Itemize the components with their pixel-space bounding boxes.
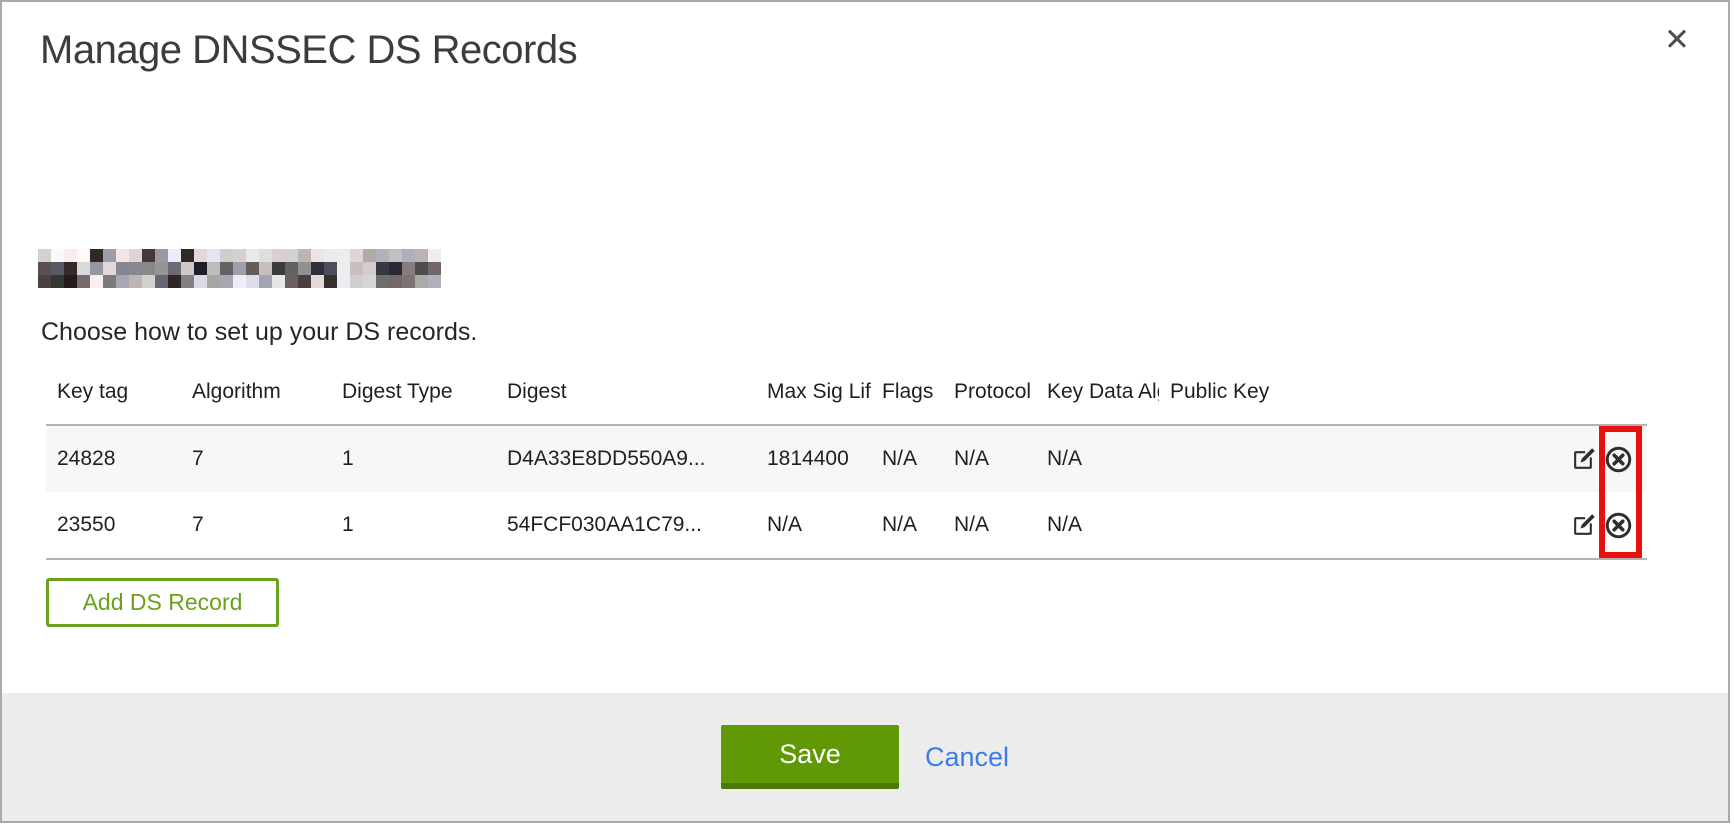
table-header-row: Key tag Algorithm Digest Type Digest Max… (46, 376, 1647, 425)
cell-algorithm: 7 (181, 425, 331, 492)
cell-public-key (1159, 492, 1567, 559)
cell-algorithm: 7 (181, 492, 331, 559)
page-title: Manage DNSSEC DS Records (40, 28, 577, 73)
cancel-link[interactable]: Cancel (925, 742, 1009, 773)
col-header-algorithm: Algorithm (181, 376, 331, 425)
col-header-digest: Digest (496, 376, 756, 425)
cell-max-sig-life: 1814400 (756, 425, 871, 492)
edit-record-icon[interactable] (1571, 513, 1596, 538)
col-header-digest-type: Digest Type (331, 376, 496, 425)
cell-max-sig-life: N/A (756, 492, 871, 559)
ds-records-table: Key tag Algorithm Digest Type Digest Max… (46, 376, 1647, 560)
col-header-flags: Flags (871, 376, 943, 425)
cell-key-tag: 23550 (46, 492, 181, 559)
delete-record-icon[interactable] (1605, 446, 1632, 473)
close-icon[interactable]: ✕ (1664, 24, 1690, 55)
cell-protocol: N/A (943, 492, 1036, 559)
col-header-max-sig-life: Max Sig Life (756, 376, 871, 425)
table-row: 24828 7 1 D4A33E8DD550A9... 1814400 N/A … (46, 425, 1647, 492)
table-row: 23550 7 1 54FCF030AA1C79... N/A N/A N/A … (46, 492, 1647, 559)
cell-flags: N/A (871, 425, 943, 492)
instruction-text: Choose how to set up your DS records. (41, 318, 477, 347)
col-header-protocol: Protocol (943, 376, 1036, 425)
dialog-footer: Save Cancel (2, 693, 1728, 821)
col-header-public-key: Public Key (1159, 376, 1567, 425)
col-header-key-tag: Key tag (46, 376, 181, 425)
cell-key-tag: 24828 (46, 425, 181, 492)
cell-digest-type: 1 (331, 492, 496, 559)
row-actions (1567, 492, 1647, 558)
redacted-domain-name (38, 249, 441, 288)
add-ds-record-button[interactable]: Add DS Record (46, 578, 279, 627)
save-button[interactable]: Save (721, 725, 899, 789)
col-header-actions (1567, 376, 1647, 425)
col-header-key-data-alg: Key Data Alg (1036, 376, 1159, 425)
cell-flags: N/A (871, 492, 943, 559)
cell-digest-type: 1 (331, 425, 496, 492)
cell-protocol: N/A (943, 425, 1036, 492)
cell-key-data-alg: N/A (1036, 492, 1159, 559)
cell-digest: 54FCF030AA1C79... (496, 492, 756, 559)
cell-digest: D4A33E8DD550A9... (496, 425, 756, 492)
edit-record-icon[interactable] (1571, 447, 1596, 472)
cell-key-data-alg: N/A (1036, 425, 1159, 492)
row-actions (1567, 426, 1647, 492)
delete-record-icon[interactable] (1605, 512, 1632, 539)
dnssec-dialog: Manage DNSSEC DS Records ✕ Choose how to… (0, 0, 1730, 823)
cell-public-key (1159, 425, 1567, 492)
